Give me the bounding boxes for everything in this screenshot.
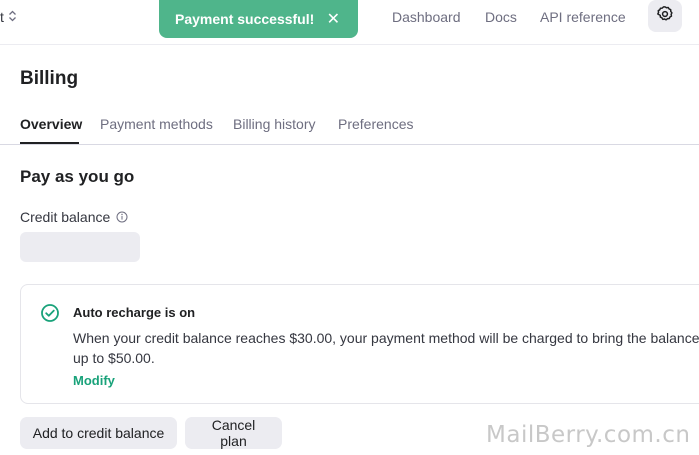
credit-balance-label: Credit balance — [20, 209, 128, 225]
tab-payment-methods[interactable]: Payment methods — [100, 116, 213, 132]
chevron-up-down-icon — [8, 10, 17, 25]
close-icon[interactable]: ✕ — [327, 9, 340, 29]
active-tab-indicator — [20, 142, 79, 144]
info-icon[interactable] — [116, 211, 128, 223]
settings-button[interactable] — [648, 0, 682, 32]
plan-title: Pay as you go — [20, 167, 135, 186]
auto-recharge-description: When your credit balance reaches $30.00,… — [73, 330, 699, 366]
tab-overview[interactable]: Overview — [20, 116, 82, 132]
nav-dashboard[interactable]: Dashboard — [392, 9, 461, 25]
toast-message: Payment successful! — [175, 11, 315, 27]
cancel-plan-button[interactable]: Cancel plan — [185, 417, 282, 449]
tab-billing-history[interactable]: Billing history — [233, 116, 315, 132]
check-circle-icon — [40, 303, 60, 328]
nav-api-reference[interactable]: API reference — [540, 9, 626, 25]
project-name: t — [0, 9, 4, 25]
gear-icon — [656, 5, 674, 28]
credit-balance-loading — [20, 232, 140, 262]
auto-recharge-heading: Auto recharge is on — [73, 305, 196, 320]
credit-balance-text: Credit balance — [20, 209, 111, 225]
payment-toast: Payment successful! ✕ — [159, 0, 358, 38]
add-credit-button[interactable]: Add to credit balance — [20, 417, 177, 449]
top-bar: t Payment successful! ✕ Dashboard Docs A… — [0, 0, 699, 45]
watermark: MailBerry.com.cn — [486, 422, 691, 448]
project-selector[interactable]: t — [0, 9, 17, 25]
modify-link[interactable]: Modify — [73, 373, 115, 388]
auto-recharge-card: Auto recharge is on When your credit bal… — [20, 284, 699, 404]
tab-preferences[interactable]: Preferences — [338, 116, 413, 132]
nav-docs[interactable]: Docs — [485, 9, 517, 25]
billing-tabs: Overview Payment methods Billing history… — [0, 112, 699, 145]
page-title: Billing — [20, 68, 79, 89]
